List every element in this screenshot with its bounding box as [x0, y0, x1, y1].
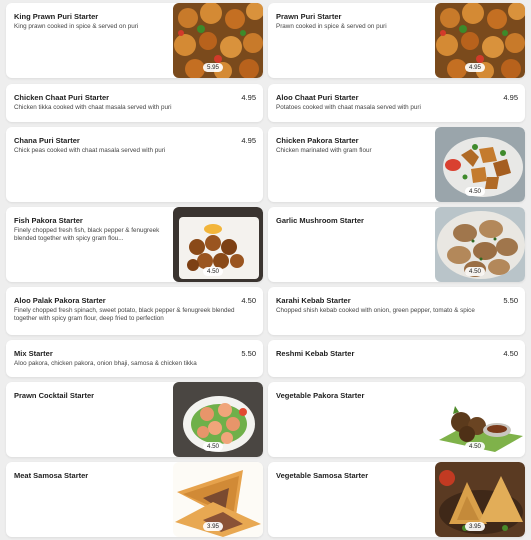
item-photo: 3.95: [435, 462, 525, 537]
item-description: Prawn cooked in spice & served on puri: [276, 23, 387, 30]
item-description: Chicken tikka cooked with chaat masala s…: [14, 104, 172, 111]
item-description: Finely chopped fresh fish, black pepper …: [14, 227, 160, 243]
item-photo: 4.50: [435, 127, 525, 202]
item-description: Aloo pakora, chicken pakora, onion bhaji…: [14, 360, 197, 367]
item-title: Chana Puri Starter: [14, 136, 80, 145]
item-title: Fish Pakora Starter: [14, 216, 83, 225]
item-title: Prawn Cocktail Starter: [14, 391, 95, 400]
item-photo: 4.95: [435, 3, 525, 78]
item-title: Aloo Palak Pakora Starter: [14, 296, 106, 305]
item-title: Meat Samosa Starter: [14, 471, 89, 480]
item-photo: 5.95: [173, 3, 263, 78]
item-title: Chicken Chaat Puri Starter: [14, 93, 110, 102]
item-title: Vegetable Samosa Starter: [276, 471, 369, 480]
item-description: Chopped shish kebab cooked with onion, g…: [276, 307, 475, 314]
menu-item-meat-samosa[interactable]: Meat Samosa Starter 3.95: [6, 462, 263, 537]
price-badge: 4.95: [464, 63, 485, 72]
menu-item-reshmi-kebab[interactable]: Reshmi Kebab Starter 4.50: [268, 340, 525, 377]
menu-item-chana-puri[interactable]: Chana Puri Starter 4.95 Chick peas cooke…: [6, 127, 263, 202]
price-badge: 4.50: [202, 267, 223, 276]
menu-item-mix-starter[interactable]: Mix Starter 5.50 Aloo pakora, chicken pa…: [6, 340, 263, 377]
menu-item-karahi-kebab[interactable]: Karahi Kebab Starter 5.50 Chopped shish …: [268, 287, 525, 335]
item-photo: 3.95: [173, 462, 263, 537]
item-title: Aloo Chaat Puri Starter: [276, 93, 359, 102]
item-photo: 4.50: [173, 382, 263, 457]
menu-item-chicken-chaat-puri[interactable]: Chicken Chaat Puri Starter 4.95 Chicken …: [6, 84, 263, 122]
item-description: Potatoes cooked with chaat masala served…: [276, 104, 421, 111]
item-title: King Prawn Puri Starter: [14, 12, 99, 21]
item-price: 5.50: [503, 296, 518, 305]
menu-item-aloo-chaat-puri[interactable]: Aloo Chaat Puri Starter 4.95 Potatoes co…: [268, 84, 525, 122]
item-title: Chicken Pakora Starter: [276, 136, 359, 145]
item-price: 4.95: [241, 136, 256, 145]
menu-item-king-prawn-puri[interactable]: King Prawn Puri Starter King prawn cooke…: [6, 3, 263, 78]
price-badge: 4.50: [464, 442, 485, 451]
item-title: Reshmi Kebab Starter: [276, 349, 355, 358]
price-badge: 4.50: [202, 442, 223, 451]
item-photo: 4.50: [173, 207, 263, 282]
menu-item-aloo-palak-pakora[interactable]: Aloo Palak Pakora Starter 4.50 Finely ch…: [6, 287, 263, 335]
item-photo: 4.50: [435, 207, 525, 282]
price-badge: 4.50: [464, 187, 485, 196]
item-description: Finely chopped fresh spinach, sweet pota…: [14, 307, 235, 323]
item-description: King prawn cooked in spice & served on p…: [14, 23, 139, 30]
item-description: Chick peas cooked with chaat masala serv…: [14, 147, 166, 154]
item-price: 4.95: [241, 93, 256, 102]
menu-item-prawn-puri[interactable]: Prawn Puri Starter Prawn cooked in spice…: [268, 3, 525, 78]
item-price: 4.50: [503, 349, 518, 358]
item-title: Mix Starter: [14, 349, 53, 358]
menu-grid: King Prawn Puri Starter King prawn cooke…: [0, 0, 531, 540]
menu-item-vegetable-samosa[interactable]: Vegetable Samosa Starter 3.95: [268, 462, 525, 537]
item-title: Garlic Mushroom Starter: [276, 216, 364, 225]
price-badge: 4.50: [464, 267, 485, 276]
price-badge: 5.95: [202, 63, 223, 72]
item-title: Prawn Puri Starter: [276, 12, 342, 21]
item-description: Chicken marinated with gram flour: [276, 147, 372, 154]
item-title: Karahi Kebab Starter: [276, 296, 351, 305]
menu-item-chicken-pakora[interactable]: Chicken Pakora Starter Chicken marinated…: [268, 127, 525, 202]
item-photo: 4.50: [435, 382, 525, 457]
menu-item-fish-pakora[interactable]: Fish Pakora Starter Finely chopped fresh…: [6, 207, 263, 282]
price-badge: 3.95: [202, 522, 223, 531]
item-price: 5.50: [241, 349, 256, 358]
item-price: 4.95: [503, 93, 518, 102]
menu-item-prawn-cocktail[interactable]: Prawn Cocktail Starter 4.50: [6, 382, 263, 457]
item-price: 4.50: [241, 296, 256, 305]
menu-item-garlic-mushroom[interactable]: Garlic Mushroom Starter 4.50: [268, 207, 525, 282]
menu-item-vegetable-pakora[interactable]: Vegetable Pakora Starter 4.50: [268, 382, 525, 457]
item-title: Vegetable Pakora Starter: [276, 391, 365, 400]
price-badge: 3.95: [464, 522, 485, 531]
